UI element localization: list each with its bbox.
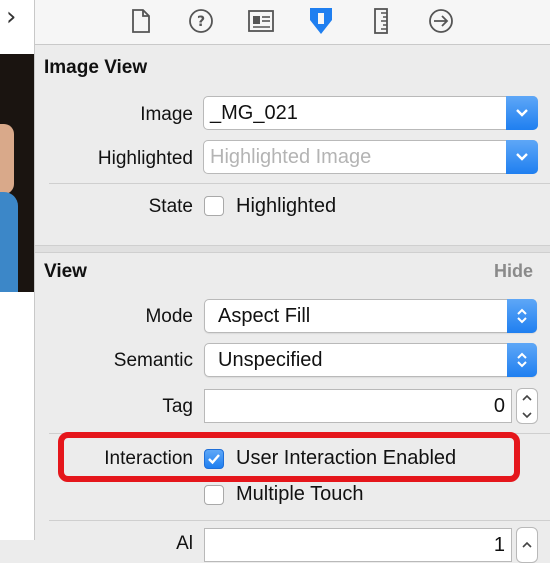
annotation-highlight-box <box>58 432 520 482</box>
mode-popup-button[interactable]: Aspect Fill <box>204 299 537 333</box>
semantic-value: Unspecified <box>218 349 323 371</box>
connections-inspector-icon[interactable] <box>426 6 456 36</box>
divider <box>49 520 550 521</box>
highlighted-image-placeholder[interactable]: Highlighted Image <box>210 146 371 169</box>
size-inspector-icon[interactable] <box>366 6 396 36</box>
tag-stepper[interactable] <box>516 388 538 424</box>
chevron-down-icon[interactable] <box>506 96 538 130</box>
image-label: Image <box>140 104 193 125</box>
image-preview <box>0 54 34 292</box>
photo-shirt <box>0 192 18 292</box>
section-separator <box>35 245 550 253</box>
alpha-stepper[interactable] <box>516 527 538 563</box>
canvas-strip: › <box>0 0 35 540</box>
alpha-label: Al <box>176 533 193 554</box>
image-view-section-title: Image View <box>44 57 148 78</box>
highlighted-label: Highlighted <box>97 148 193 169</box>
divider <box>49 183 550 184</box>
inspector-toolbar: ? <box>35 0 550 45</box>
tag-label: Tag <box>162 396 193 417</box>
alpha-field[interactable]: 1 <box>204 528 512 562</box>
attributes-inspector-icon[interactable] <box>306 6 336 36</box>
hide-section-button[interactable]: Hide <box>494 261 533 282</box>
highlighted-image-combo-box[interactable]: Highlighted Image <box>203 140 538 174</box>
stepper-up-icon[interactable] <box>521 541 533 549</box>
semantic-popup-button[interactable]: Unspecified <box>204 343 537 377</box>
multiple-touch-label[interactable]: Multiple Touch <box>236 483 363 506</box>
image-combo-box[interactable]: _MG_021 <box>203 96 538 130</box>
chevron-down-icon[interactable] <box>506 140 538 174</box>
stepper-up-icon[interactable] <box>521 394 533 402</box>
mode-value: Aspect Fill <box>218 305 311 327</box>
photo-skin <box>0 124 14 194</box>
alpha-value[interactable]: 1 <box>494 534 505 557</box>
chevron-right-icon[interactable]: › <box>6 2 16 32</box>
up-down-chevron-icon[interactable] <box>507 299 537 333</box>
multiple-touch-checkbox[interactable] <box>204 485 224 505</box>
quick-help-icon[interactable]: ? <box>186 6 216 36</box>
stepper-down-icon[interactable] <box>521 411 533 419</box>
svg-text:?: ? <box>197 14 205 30</box>
tag-value[interactable]: 0 <box>494 395 505 418</box>
identity-inspector-icon[interactable] <box>246 6 276 36</box>
mode-label: Mode <box>145 306 193 327</box>
view-section-title: View <box>44 261 87 282</box>
state-highlighted-label[interactable]: Highlighted <box>236 195 336 218</box>
image-value[interactable]: _MG_021 <box>210 102 298 125</box>
semantic-label: Semantic <box>113 350 193 371</box>
tag-field[interactable]: 0 <box>204 389 512 423</box>
state-highlighted-checkbox[interactable] <box>204 196 224 216</box>
up-down-chevron-icon[interactable] <box>507 343 537 377</box>
state-label: State <box>148 196 193 217</box>
file-inspector-icon[interactable] <box>126 6 156 36</box>
